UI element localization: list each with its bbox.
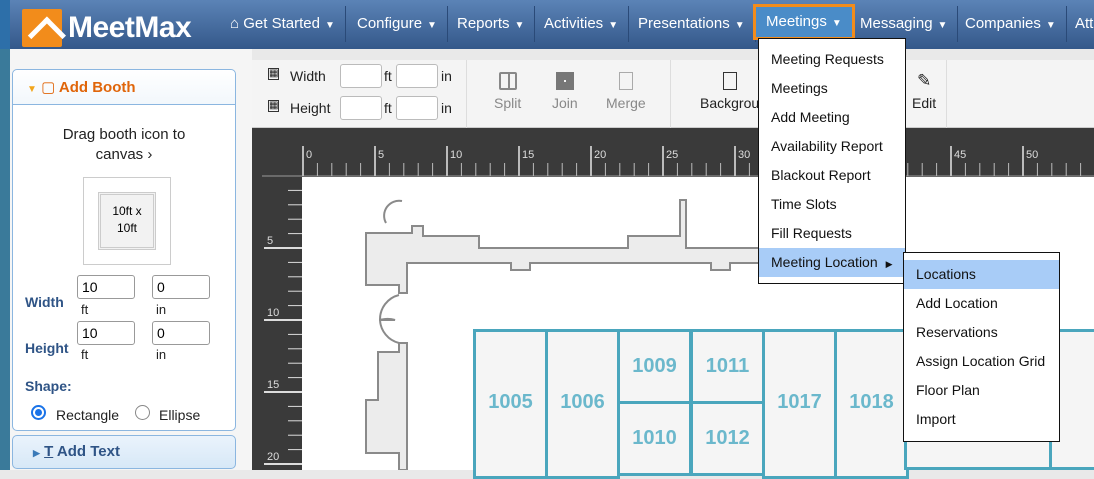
booth-number: 1018 xyxy=(849,390,894,413)
meeting-location-submenu: Locations Add Location Reservations Assign … xyxy=(903,252,1060,442)
menu-item-label: Fill Requests xyxy=(771,225,852,241)
caret-down-icon: ▼ xyxy=(324,20,335,31)
caret-down-icon: ▼ xyxy=(831,18,842,29)
ruler-y-label: 15 xyxy=(267,379,279,391)
menu-item-meetings[interactable]: Meetings xyxy=(759,74,905,103)
booth-1010[interactable]: 1010 xyxy=(617,401,692,476)
caret-down-icon: ▼ xyxy=(608,20,619,31)
door-arc xyxy=(378,294,400,344)
menu-item-blackout-report[interactable]: Blackout Report xyxy=(759,161,905,190)
wall-top xyxy=(365,199,761,294)
nav-companies[interactable]: Companies ▼ xyxy=(955,6,1067,42)
booth-1017[interactable]: 1017 xyxy=(762,329,837,479)
menu-item-time-slots[interactable]: Time Slots xyxy=(759,190,905,219)
menu-item-add-meeting[interactable]: Add Meeting xyxy=(759,103,905,132)
submenu-item-assign-location-grid[interactable]: Assign Location Grid xyxy=(904,347,1059,376)
nav-attendees[interactable]: Att xyxy=(1065,6,1094,42)
meetings-dropdown: Meeting Requests Meetings Add Meeting Avail… xyxy=(758,38,906,284)
submenu-arrow-icon: ▶ xyxy=(885,259,893,269)
booth-number: 1017 xyxy=(777,390,822,413)
submenu-item-import[interactable]: Import xyxy=(904,405,1059,434)
nav-reports[interactable]: Reports ▼ xyxy=(447,6,536,42)
menu-item-label: Availability Report xyxy=(771,138,883,154)
nav-label: Configure xyxy=(357,15,423,32)
nav-label: Reports xyxy=(457,15,510,32)
booth-number: 1005 xyxy=(488,390,533,413)
booth-1012[interactable]: 1012 xyxy=(690,401,765,476)
nav-activities[interactable]: Activities ▼ xyxy=(534,6,630,42)
submenu-item-reservations[interactable]: Reservations xyxy=(904,318,1059,347)
ruler-x-label: 25 xyxy=(666,149,678,161)
menu-item-availability-report[interactable]: Availability Report xyxy=(759,132,905,161)
nav-label: Meetings xyxy=(766,13,827,30)
booth-1018[interactable]: 1018 xyxy=(834,329,909,479)
nav-get-started[interactable]: ⌂ Get Started ▼ xyxy=(220,6,346,42)
nav-label: Get Started xyxy=(243,15,320,32)
ruler-x-label: 45 xyxy=(954,149,966,161)
booth-number: 1009 xyxy=(632,355,677,377)
menu-item-label: Meeting Location xyxy=(771,254,878,270)
ruler-x-label: 15 xyxy=(522,149,534,161)
menu-item-label: Blackout Report xyxy=(771,167,871,183)
booth-number: 1012 xyxy=(705,427,750,449)
ruler-x-label: 50 xyxy=(1026,149,1038,161)
ruler-y-label: 5 xyxy=(267,235,273,247)
ruler-y-label: 10 xyxy=(267,307,279,319)
menu-item-meeting-location[interactable]: Meeting Location ▶ xyxy=(759,248,905,277)
booth-number: 1011 xyxy=(705,355,750,377)
nav-meetings[interactable]: Meetings ▼ xyxy=(753,4,855,40)
nav-label: Companies xyxy=(965,15,1041,32)
caret-down-icon: ▼ xyxy=(734,20,745,31)
nav-label: Activities xyxy=(544,15,604,32)
ruler-x-label: 20 xyxy=(594,149,606,161)
nav-label: Presentations xyxy=(638,15,730,32)
booth-1005[interactable]: 1005 xyxy=(473,329,548,479)
nav-configure[interactable]: Configure ▼ xyxy=(347,6,448,42)
ruler-x-label: 0 xyxy=(306,149,312,161)
nav-presentations[interactable]: Presentations ▼ xyxy=(628,6,756,42)
booth-number: 1010 xyxy=(632,427,677,449)
booth-1011[interactable]: 1011 xyxy=(690,329,765,404)
menu-item-label: Time Slots xyxy=(771,196,837,212)
caret-down-icon: ▼ xyxy=(427,20,437,31)
submenu-item-locations[interactable]: Locations xyxy=(904,260,1059,289)
menu-item-fill-requests[interactable]: Fill Requests xyxy=(759,219,905,248)
submenu-item-add-location[interactable]: Add Location xyxy=(904,289,1059,318)
booth-1009[interactable]: 1009 xyxy=(617,329,692,404)
home-icon: ⌂ xyxy=(230,15,240,32)
caret-down-icon: ▼ xyxy=(937,20,948,31)
booth-number: 1006 xyxy=(560,390,605,413)
nav-messaging[interactable]: Messaging ▼ xyxy=(850,6,959,42)
ruler-x-label: 10 xyxy=(450,149,462,161)
booth-1006[interactable]: 1006 xyxy=(545,329,620,479)
ruler-y-label: 20 xyxy=(267,451,279,463)
caret-down-icon: ▼ xyxy=(1045,20,1056,31)
caret-down-icon: ▼ xyxy=(514,20,525,31)
nav-label: Messaging xyxy=(860,15,933,32)
submenu-item-floor-plan[interactable]: Floor Plan xyxy=(904,376,1059,405)
ruler-x-label: 5 xyxy=(378,149,384,161)
menu-item-label: Meeting Requests xyxy=(771,51,884,67)
menu-item-meeting-requests[interactable]: Meeting Requests xyxy=(759,45,905,74)
wall-left xyxy=(365,342,408,470)
menu-item-label: Meetings xyxy=(771,80,828,96)
ruler-x-label: 30 xyxy=(738,149,750,161)
menu-item-label: Add Meeting xyxy=(771,109,850,125)
door-arc xyxy=(383,199,403,224)
nav-label: Att xyxy=(1075,15,1094,32)
